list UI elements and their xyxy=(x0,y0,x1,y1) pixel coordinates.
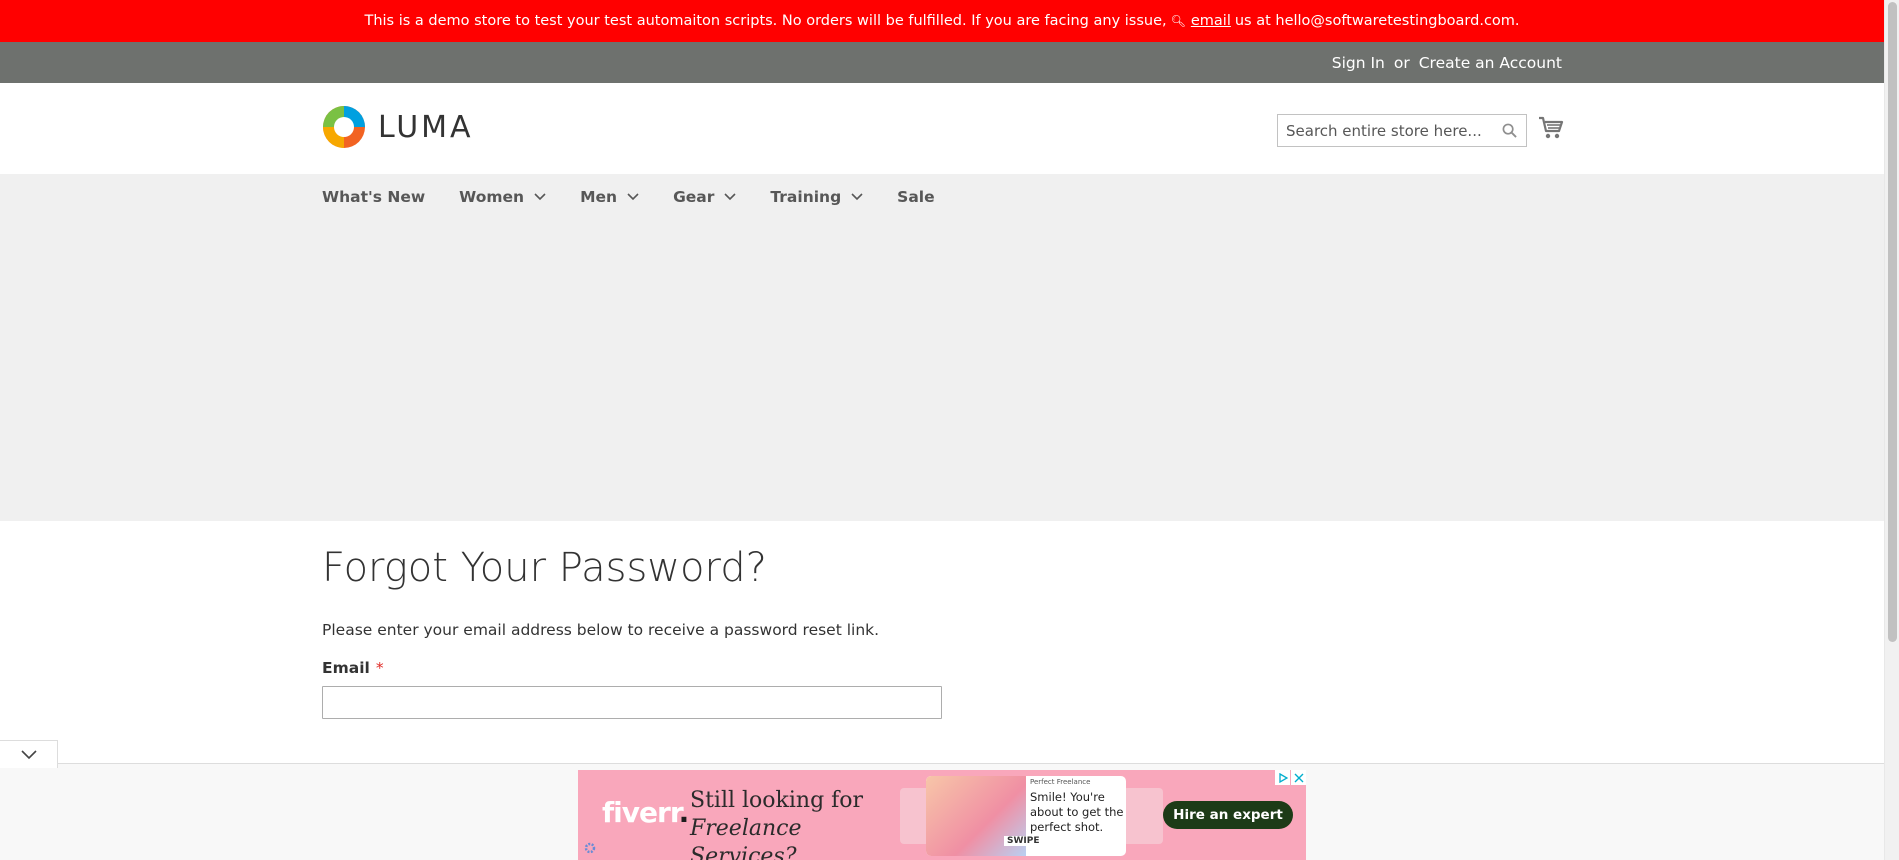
header-content: LUMA xyxy=(0,83,1884,174)
nav-item-whats-new[interactable]: What's New xyxy=(322,188,425,206)
search-input[interactable] xyxy=(1286,121,1500,140)
scrollbar-thumb[interactable] xyxy=(1888,2,1897,642)
nav-item-training[interactable]: Training xyxy=(770,188,863,206)
demo-notice-text: This is a demo store to test your test a… xyxy=(364,13,1167,29)
panel-header: Sign In or Create an Account xyxy=(0,42,1884,83)
required-marker: * xyxy=(375,659,384,677)
ad-banner[interactable]: fiverr. Still looking for Freelance Serv… xyxy=(578,770,1306,860)
ad-tagline: Still looking for Freelance Services? xyxy=(690,787,890,860)
chevron-down-icon xyxy=(20,749,37,759)
ad-ghost-card xyxy=(1123,788,1163,844)
adchoices-icon[interactable] xyxy=(1275,770,1290,785)
nav-list: What's New Women Men Gear Training Sale xyxy=(322,174,969,220)
ad-card-text: Smile! You're about to get the perfect s… xyxy=(1030,790,1124,834)
main-content: Forgot Your Password? Please enter your … xyxy=(322,521,1562,719)
page-title: Forgot Your Password? xyxy=(322,545,767,591)
ad-collapse-button[interactable] xyxy=(0,740,58,768)
page-scrollbar[interactable] xyxy=(1884,0,1899,860)
gear-icon xyxy=(583,840,597,859)
search-button[interactable] xyxy=(1500,122,1518,140)
ad-tagline-line1: Still looking for xyxy=(690,788,864,813)
chevron-down-icon xyxy=(534,193,546,201)
demo-notice-text-after: us at hello@softwaretestingboard.com. xyxy=(1234,13,1520,29)
search-icon: 🔍︎ xyxy=(1170,14,1186,28)
close-icon[interactable] xyxy=(1291,770,1306,785)
or-text: or xyxy=(1393,53,1410,72)
ad-card-small-text: Perfect Freelance xyxy=(1030,778,1091,786)
main-navigation: What's New Women Men Gear Training Sale xyxy=(0,174,1884,521)
sign-in-link[interactable]: Sign In xyxy=(1332,54,1385,72)
intro-text: Please enter your email address below to… xyxy=(322,621,880,639)
magnifier-icon xyxy=(1502,123,1517,138)
chevron-down-icon xyxy=(851,193,863,201)
luma-logo-text: LUMA xyxy=(378,109,474,145)
email-label: Email * xyxy=(322,659,384,677)
search-box xyxy=(1277,114,1527,147)
ad-swipe-label: SWIPE xyxy=(1004,836,1043,846)
chevron-down-icon xyxy=(724,193,736,201)
ad-brand: fiverr. xyxy=(602,796,689,829)
luma-logo[interactable]: LUMA xyxy=(322,105,474,149)
demo-email-link[interactable]: email xyxy=(1191,13,1231,29)
header-links: Sign In or Create an Account xyxy=(1332,42,1562,83)
nav-item-sale[interactable]: Sale xyxy=(897,188,934,206)
demo-notice-bar: This is a demo store to test your test a… xyxy=(0,0,1884,42)
hire-expert-button[interactable]: Hire an expert xyxy=(1163,801,1293,829)
create-account-link[interactable]: Create an Account xyxy=(1419,54,1562,72)
chevron-down-icon xyxy=(627,193,639,201)
luma-logo-icon xyxy=(322,105,366,149)
email-field[interactable] xyxy=(322,686,942,719)
ad-tagline-line2: Freelance Services? xyxy=(690,816,802,860)
nav-item-women[interactable]: Women xyxy=(459,188,546,206)
nav-item-gear[interactable]: Gear xyxy=(673,188,736,206)
ad-card[interactable]: Perfect Freelance Smile! You're about to… xyxy=(926,776,1126,856)
cart-icon[interactable] xyxy=(1538,116,1564,140)
nav-item-men[interactable]: Men xyxy=(580,188,639,206)
